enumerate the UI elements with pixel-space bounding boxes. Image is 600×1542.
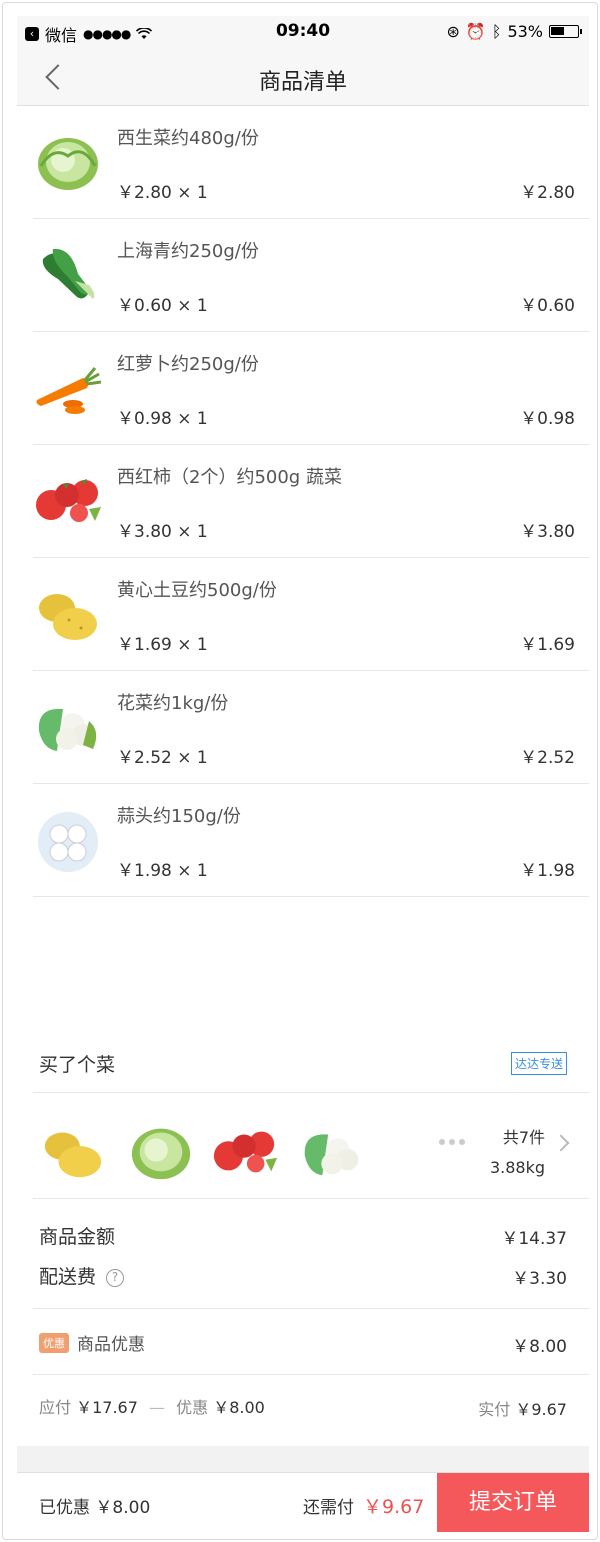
payable-value: ￥17.67: [76, 1398, 138, 1417]
divider: [33, 1374, 589, 1375]
potato-icon: [39, 594, 97, 640]
screen: ‹ 微信 ●●●●● 09:40 ⊛ ⏰ ᛒ 53% 商品清单 西生菜约480g: [17, 16, 589, 1532]
goods-amount-value: ￥14.37: [501, 1229, 567, 1249]
carrot-icon: [36, 367, 102, 414]
item-unit-price: ￥2.80 × 1: [117, 183, 208, 203]
item-unit-price: ￥1.69 × 1: [117, 635, 208, 655]
actual-value: ￥9.67: [515, 1400, 567, 1419]
battery-percent: 53%: [507, 22, 543, 41]
spacer-band: [17, 1446, 589, 1474]
item-name: 西生菜约480g/份: [117, 128, 259, 149]
status-right: ⊛ ⏰ ᛒ 53%: [446, 22, 582, 41]
delivery-badge: 达达专送: [510, 1052, 567, 1075]
potato-icon: [44, 1132, 102, 1178]
item-total: ￥1.98: [520, 861, 575, 881]
divider: [33, 1308, 589, 1309]
item-unit-price: ￥3.80 × 1: [117, 522, 208, 542]
saved-amount: 已优惠 ￥8.00: [39, 1498, 151, 1518]
item-unit-price: ￥2.52 × 1: [117, 748, 208, 768]
item-name: 黄心土豆约500g/份: [117, 580, 277, 601]
status-bar: ‹ 微信 ●●●●● 09:40 ⊛ ⏰ ᛒ 53%: [17, 16, 589, 50]
alarm-icon: ⏰: [465, 22, 486, 41]
goods-amount-label: 商品金额: [39, 1226, 116, 1248]
order-items-preview[interactable]: 共7件 3.88kg: [39, 1111, 570, 1191]
divider: [33, 1092, 589, 1093]
lettuce-icon: [131, 1128, 191, 1180]
item-name: 蒜头约150g/份: [117, 806, 241, 827]
product-list: 西生菜约480g/份 ￥2.80 × 1 ￥2.80 上海青约250g/份 ￥0…: [33, 106, 589, 897]
item-total: ￥2.80: [520, 183, 575, 203]
item-unit-price: ￥1.98 × 1: [117, 861, 208, 881]
actual-pay: 实付 ￥9.67: [478, 1396, 567, 1420]
discount-row: 优惠 商品优惠 ￥8.00: [39, 1330, 567, 1357]
shop-name: 买了个菜: [39, 1054, 116, 1076]
goods-amount-row: 商品金额 ￥14.37: [39, 1222, 567, 1249]
list-item[interactable]: 西生菜约480g/份 ￥2.80 × 1 ￥2.80: [33, 106, 589, 219]
list-item[interactable]: 蒜头约150g/份 ￥1.98 × 1 ￥1.98: [33, 784, 589, 897]
bok-choy-icon: [42, 248, 95, 299]
item-total: ￥3.80: [520, 522, 575, 542]
actual-label: 实付: [478, 1400, 511, 1419]
battery-icon: [549, 25, 582, 38]
phone-frame: ‹ 微信 ●●●●● 09:40 ⊛ ⏰ ᛒ 53% 商品清单 西生菜约480g: [2, 2, 598, 1540]
delivery-fee-label: 配送费: [39, 1266, 97, 1288]
off-value: ￥8.00: [213, 1398, 265, 1417]
item-count: 共7件 3.88kg: [490, 1123, 545, 1183]
list-item[interactable]: 上海青约250g/份 ￥0.60 × 1 ￥0.60: [33, 219, 589, 332]
nav-bar: 商品清单: [17, 50, 589, 106]
off-label: 优惠: [176, 1398, 209, 1417]
item-unit-price: ￥0.60 × 1: [117, 296, 208, 316]
chevron-right-icon[interactable]: [552, 1134, 570, 1152]
tomato-icon: [213, 1131, 278, 1173]
item-name: 红萝卜约250g/份: [117, 354, 259, 375]
list-item[interactable]: 花菜约1kg/份 ￥2.52 × 1 ￥2.52: [33, 671, 589, 784]
item-name: 上海青约250g/份: [117, 241, 259, 262]
submit-order-button[interactable]: 提交订单: [437, 1473, 589, 1532]
amount-due-label: 还需付: [303, 1498, 354, 1518]
cauliflower-icon: [304, 1134, 359, 1176]
amount-due-value: ￥9.67: [363, 1496, 425, 1518]
list-item[interactable]: 红萝卜约250g/份 ￥0.98 × 1 ￥0.98: [33, 332, 589, 445]
lettuce-icon: [38, 138, 98, 190]
item-unit-price: ￥0.98 × 1: [117, 409, 208, 429]
item-count-label: 共7件: [502, 1128, 545, 1147]
delivery-fee-value: ￥3.30: [512, 1269, 567, 1289]
tomato-icon: [36, 479, 101, 522]
payment-calc-row: 应付 ￥17.67 — 优惠 ￥8.00 实付 ￥9.67: [39, 1394, 567, 1420]
discount-value: ￥8.00: [512, 1337, 567, 1357]
page-title: 商品清单: [258, 70, 347, 95]
item-weight: 3.88kg: [489, 1158, 545, 1177]
divider: [33, 1198, 589, 1199]
discount-tag: 优惠: [39, 1333, 69, 1353]
payable-label: 应付: [39, 1398, 72, 1417]
bluetooth-icon: ᛒ: [491, 22, 502, 41]
delivery-fee-row: 配送费? ￥3.30: [39, 1262, 567, 1289]
help-icon[interactable]: ?: [106, 1269, 125, 1287]
minus-sign: —: [149, 1398, 166, 1417]
more-dots-icon: [439, 1139, 465, 1145]
garlic-icon: [38, 812, 98, 872]
list-item[interactable]: 黄心土豆约500g/份 ￥1.69 × 1 ￥1.69: [33, 558, 589, 671]
item-name: 花菜约1kg/份: [117, 693, 229, 714]
cauliflower-icon: [38, 708, 97, 751]
item-total: ￥0.60: [520, 296, 575, 316]
discount-label: 商品优惠: [77, 1335, 145, 1355]
item-total: ￥2.52: [520, 748, 575, 768]
checkout-bar: 已优惠 ￥8.00 还需付 ￥9.67 提交订单: [17, 1472, 589, 1532]
rotation-lock-icon: ⊛: [446, 22, 460, 41]
list-item[interactable]: 西红柿（2个）约500g 蔬菜 ￥3.80 × 1 ￥3.80: [33, 445, 589, 558]
item-total: ￥1.69: [520, 635, 575, 655]
item-name: 西红柿（2个）约500g 蔬菜: [117, 467, 342, 488]
item-total: ￥0.98: [520, 409, 575, 429]
